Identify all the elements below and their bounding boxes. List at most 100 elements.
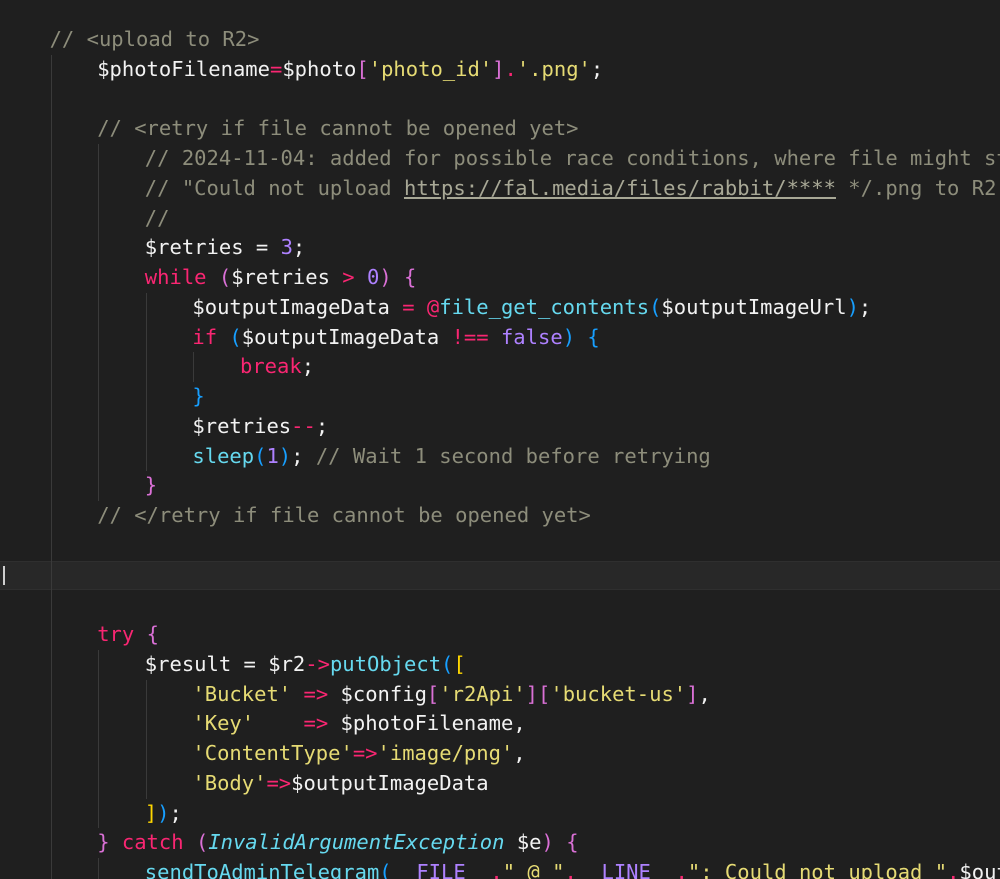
code-line[interactable]: $retries = 3; <box>0 233 1000 263</box>
code-token: ( <box>379 860 392 879</box>
code-line[interactable]: } catch (InvalidArgumentException $e) { <box>0 828 1000 858</box>
code-line[interactable]: // "Could not upload https://fal.media/f… <box>0 174 1000 204</box>
code-token: . <box>504 56 517 81</box>
code-line[interactable]: $retries--; <box>0 412 1000 442</box>
code-line-content: 'Body'=>$outputImageData <box>192 769 488 799</box>
code-line[interactable]: } <box>0 471 1000 501</box>
code-line[interactable]: // <retry if file cannot be opened yet> <box>0 114 1000 144</box>
code-line-content: // <box>145 204 170 234</box>
code-token: . <box>564 860 577 879</box>
code-token: break <box>240 354 302 379</box>
indent-guide <box>98 144 100 501</box>
code-line[interactable] <box>0 85 1000 115</box>
code-line-content: if ($outputImageData !== false) { <box>192 323 599 353</box>
code-line[interactable]: $outputImageData = @file_get_contents($o… <box>0 293 1000 323</box>
code-line[interactable] <box>0 560 1000 591</box>
code-token: 3 <box>280 235 293 260</box>
code-line-content: $retries = 3; <box>145 233 305 263</box>
code-token: 'image/png' <box>377 741 514 765</box>
code-line[interactable]: 'ContentType'=>'image/png', <box>0 739 1000 769</box>
code-token: { <box>566 830 579 855</box>
code-line-content: // 2024-11-04: added for possible race c… <box>145 144 1000 174</box>
code-token: '.png' <box>516 56 591 81</box>
code-token: = <box>231 651 269 676</box>
code-token: ; <box>292 235 306 260</box>
code-line[interactable]: $photoFilename=$photo['photo_id'].'.png'… <box>0 55 1000 85</box>
code-line[interactable]: // 2024-11-04: added for possible race c… <box>0 144 1000 174</box>
code-editor[interactable]: // <upload to R2> $photoFilename=$photo['… <box>0 0 1000 879</box>
code-line-content: 'Bucket' => $config['r2Api']['bucket-us'… <box>192 680 710 710</box>
code-line[interactable] <box>0 590 1000 620</box>
code-token: // <box>144 205 170 230</box>
code-line-content: } catch (InvalidArgumentException $e) { <box>97 828 578 858</box>
code-token: $retries <box>231 265 330 289</box>
code-token: ; <box>169 800 182 825</box>
code-line-content: // <upload to R2> <box>50 25 260 55</box>
code-token: ; <box>315 413 329 438</box>
code-line[interactable]: while ($retries > 0) { <box>0 263 1000 293</box>
code-token: try <box>97 622 135 646</box>
code-line[interactable] <box>0 531 1000 561</box>
code-line[interactable]: // <box>0 204 1000 234</box>
code-token: sleep <box>192 443 255 468</box>
code-token: } <box>144 473 158 498</box>
code-token: ; <box>301 354 315 379</box>
code-token: > <box>329 265 367 289</box>
code-token: ] <box>144 800 158 825</box>
code-token: ; <box>590 56 604 81</box>
code-line[interactable]: 'Key' => $photoFilename, <box>0 709 1000 739</box>
code-token: !== <box>439 324 501 349</box>
code-token: 'ContentType' <box>192 741 353 765</box>
indent-guide <box>193 352 195 382</box>
code-token: [ <box>453 651 466 676</box>
code-token: $outputImageData <box>192 294 390 319</box>
code-token: , <box>698 681 711 706</box>
code-token: => <box>266 770 292 795</box>
code-token: $outputImageData <box>241 324 440 349</box>
code-line[interactable]: break; <box>0 352 1000 382</box>
code-line-content: while ($retries > 0) { <box>145 263 417 293</box>
code-token: $retries <box>144 235 244 260</box>
code-token: " @ " <box>502 860 565 879</box>
code-token: ( <box>649 294 662 319</box>
code-line-content: $outputImageData = @file_get_contents($o… <box>192 293 871 323</box>
code-line[interactable]: sleep(1); // Wait 1 second before retryi… <box>0 442 1000 472</box>
code-token: 'Body' <box>192 770 267 795</box>
code-line[interactable]: try { <box>0 620 1000 650</box>
code-line[interactable]: ]); <box>0 799 1000 829</box>
code-token: [ <box>538 681 551 706</box>
code-token: ( <box>218 265 232 289</box>
code-token: 0 <box>366 265 380 289</box>
code-token: { <box>587 324 600 349</box>
code-token: , <box>513 711 526 736</box>
code-line[interactable]: // </retry if file cannot be opened yet> <box>0 501 1000 531</box>
code-token: = <box>243 235 281 260</box>
code-token: false <box>500 324 563 349</box>
code-line-content: ]); <box>145 799 182 829</box>
code-token: ( <box>195 830 209 855</box>
indent-guide <box>145 292 147 472</box>
code-line[interactable]: // <upload to R2> <box>0 25 1000 55</box>
code-token: } <box>97 830 110 855</box>
code-line-content: 'ContentType'=>'image/png', <box>192 739 525 769</box>
code-line[interactable]: sendToAdminTelegram(__FILE__." @ ".__LIN… <box>0 858 1000 879</box>
code-token: 'Key' <box>192 711 255 736</box>
code-token: // </retry if file cannot be opened yet> <box>97 503 591 527</box>
indent-guide <box>98 649 100 829</box>
code-link[interactable]: https://fal.media/files/rabbit/**** <box>404 176 836 200</box>
code-token: @ <box>426 294 440 319</box>
indent-guide <box>50 54 52 879</box>
code-token: = <box>269 56 283 81</box>
code-line[interactable]: 'Bucket' => $config['r2Api']['bucket-us'… <box>0 680 1000 710</box>
code-line-content: $result = $r2->putObject([ <box>145 650 466 680</box>
code-line[interactable]: if ($outputImageData !== false) { <box>0 323 1000 353</box>
code-line[interactable]: 'Body'=>$outputImageData <box>0 769 1000 799</box>
code-token: ( <box>229 324 242 349</box>
code-line-content: $photoFilename=$photo['photo_id'].'.png'… <box>97 55 603 85</box>
code-line[interactable]: $result = $r2->putObject([ <box>0 650 1000 680</box>
code-line[interactable]: } <box>0 382 1000 412</box>
code-token: => <box>352 741 378 765</box>
